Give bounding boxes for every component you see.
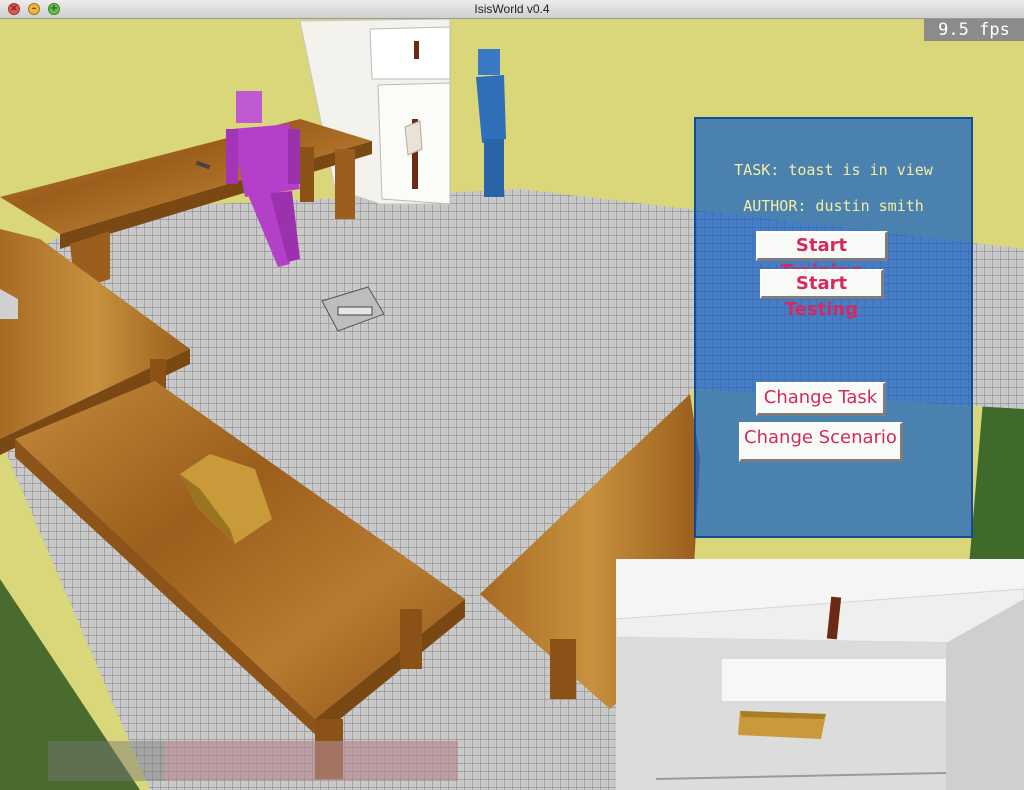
camera-render xyxy=(616,559,1024,790)
zoom-icon[interactable]: + xyxy=(48,3,60,15)
author-label: AUTHOR: dustin smith xyxy=(743,197,924,215)
start-testing-button[interactable]: Start Testing xyxy=(760,269,884,320)
fps-counter: 9.5 fps xyxy=(924,19,1024,41)
status-bar-highlight xyxy=(165,741,458,781)
change-task-button[interactable]: Change Task xyxy=(756,382,886,416)
agent-camera-view xyxy=(616,559,1024,790)
control-panel: TASK: toast is in view AUTHOR: dustin sm… xyxy=(694,117,973,538)
window-titlebar[interactable]: × – + IsisWorld v0.4 xyxy=(0,0,1024,19)
window-title: IsisWorld v0.4 xyxy=(474,2,550,16)
change-scenario-button[interactable]: Change Scenario xyxy=(739,422,903,462)
close-icon[interactable]: × xyxy=(8,3,20,15)
start-training-button[interactable]: Start Training xyxy=(756,231,888,282)
minimize-icon[interactable]: – xyxy=(28,3,40,15)
task-label: TASK: toast is in view xyxy=(734,161,933,179)
